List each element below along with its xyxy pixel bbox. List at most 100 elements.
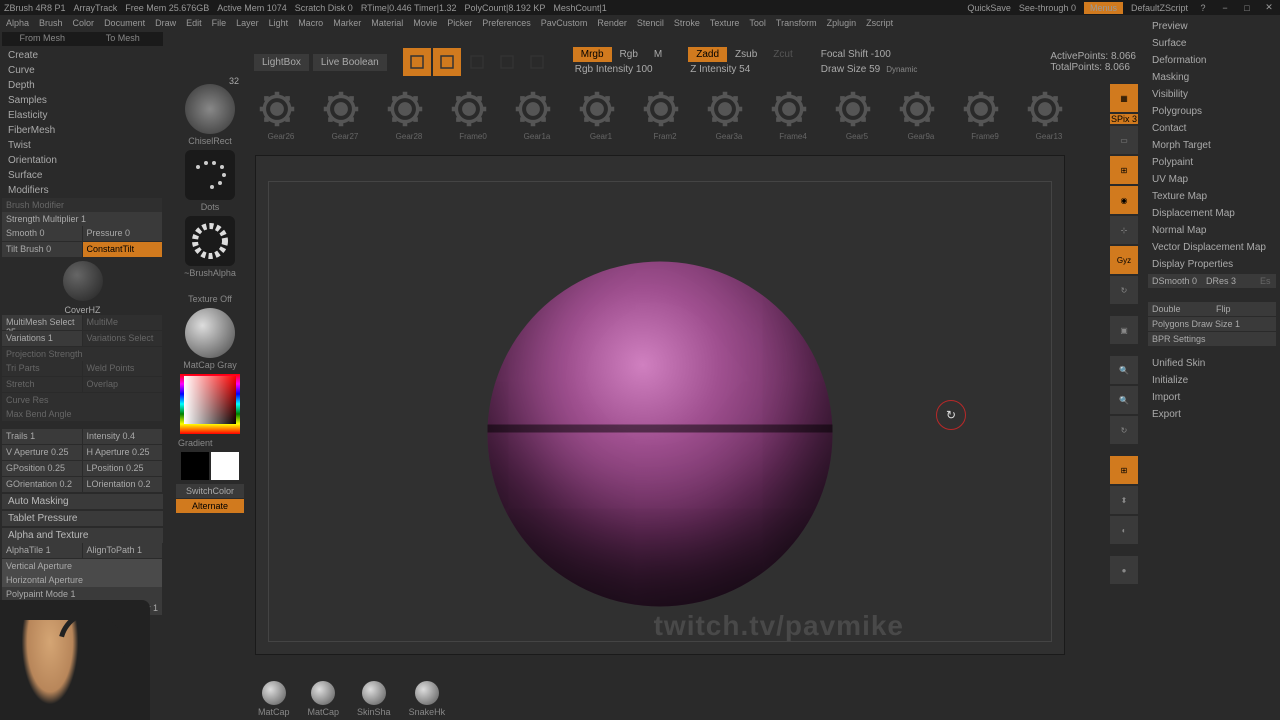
alternate-button[interactable]: Alternate (176, 499, 244, 513)
menu-texture[interactable]: Texture (710, 18, 740, 28)
sphere-mesh[interactable] (488, 262, 833, 607)
zsub-button[interactable]: Zsub (727, 47, 765, 62)
material-matcap[interactable]: MatCap (258, 681, 290, 717)
zcut-button[interactable]: Zcut (765, 47, 800, 62)
brush-chisel-thumb[interactable]: 32 (185, 84, 235, 134)
panel-unified-skin[interactable]: Unified Skin (1146, 355, 1278, 372)
polygons-draw-size[interactable]: Polygons Draw Size 1 (1148, 317, 1276, 331)
m-button[interactable]: M (646, 47, 670, 62)
panel-polygroups[interactable]: Polygroups (1146, 103, 1278, 120)
menu-color[interactable]: Color (73, 18, 95, 28)
mrgb-button[interactable]: Mrgb (573, 47, 612, 62)
menus-button[interactable]: Menus (1084, 2, 1123, 14)
gear-gear1a[interactable]: Gear1a (510, 86, 564, 141)
panel-uv-map[interactable]: UV Map (1146, 171, 1278, 188)
spix-field[interactable]: SPix 3 (1110, 114, 1138, 124)
menu-zscript[interactable]: Zscript (866, 18, 893, 28)
menu-pavcustom[interactable]: PavCustom (541, 18, 588, 28)
scale-mode-button[interactable] (493, 48, 521, 76)
ghost-button[interactable]: ◐ (1110, 516, 1138, 544)
flip-button[interactable]: Flip (1212, 302, 1276, 316)
menu-tool[interactable]: Tool (749, 18, 766, 28)
rgb-button[interactable]: Rgb (612, 47, 646, 62)
panel-contact[interactable]: Contact (1146, 120, 1278, 137)
alpha-texture-header[interactable]: Alpha and Texture (2, 528, 163, 543)
menu-picker[interactable]: Picker (447, 18, 472, 28)
menu-file[interactable]: File (212, 18, 227, 28)
gyz-button[interactable]: Gyz (1110, 246, 1138, 274)
close-icon[interactable]: ✕ (1262, 1, 1276, 15)
stroke-dots-thumb[interactable] (185, 150, 235, 200)
menu-light[interactable]: Light (269, 18, 289, 28)
switch-color-button[interactable]: SwitchColor (176, 484, 244, 498)
draw-size-slider[interactable]: Draw Size 59 (819, 62, 882, 77)
rgb-intensity-slider[interactable]: Rgb Intensity 100 (573, 62, 671, 77)
panel-vector-displacement-map[interactable]: Vector Displacement Map (1146, 239, 1278, 256)
lightbox-button[interactable]: LightBox (254, 54, 309, 71)
panel-display-properties[interactable]: Display Properties (1146, 256, 1278, 273)
move-mode-button[interactable] (463, 48, 491, 76)
dres-field[interactable]: DRes 3 (1202, 274, 1256, 288)
rotate-mode-button[interactable] (523, 48, 551, 76)
help-icon[interactable]: ? (1196, 1, 1210, 15)
left-twist[interactable]: Twist (2, 138, 163, 153)
auto-masking-header[interactable]: Auto Masking (2, 494, 163, 509)
gear-frame4[interactable]: Frame4 (766, 86, 820, 141)
panel-deformation[interactable]: Deformation (1146, 52, 1278, 69)
menu-document[interactable]: Document (104, 18, 145, 28)
gear-gear3a[interactable]: Gear3a (702, 86, 756, 141)
constant-tilt-button[interactable]: ConstantTilt (83, 242, 164, 257)
frame-button[interactable]: ▣ (1110, 316, 1138, 344)
material-snakehk[interactable]: SnakeHk (409, 681, 446, 717)
focal-shift-slider[interactable]: Focal Shift -100 (819, 47, 918, 62)
panel-export[interactable]: Export (1146, 406, 1278, 423)
draw-mode-button[interactable] (433, 48, 461, 76)
left-surface[interactable]: Surface (2, 168, 163, 183)
panel-masking[interactable]: Masking (1146, 69, 1278, 86)
left-depth[interactable]: Depth (2, 78, 163, 93)
menu-transform[interactable]: Transform (776, 18, 817, 28)
menu-render[interactable]: Render (597, 18, 627, 28)
local-button[interactable]: ◉ (1110, 186, 1138, 214)
panel-morph-target[interactable]: Morph Target (1146, 137, 1278, 154)
panel-import[interactable]: Import (1146, 389, 1278, 406)
cover-thumb[interactable] (63, 261, 103, 301)
solo-button[interactable]: ● (1110, 556, 1138, 584)
quicksave-button[interactable]: QuickSave (967, 3, 1011, 13)
edit-mode-button[interactable] (403, 48, 431, 76)
double-button[interactable]: Double (1148, 302, 1212, 316)
menu-layer[interactable]: Layer (236, 18, 259, 28)
multimesh-select[interactable]: MultiMesh Select 25 (2, 315, 83, 330)
menu-preferences[interactable]: Preferences (482, 18, 531, 28)
left-fibermesh[interactable]: FiberMesh (2, 123, 163, 138)
panel-preview[interactable]: Preview (1146, 18, 1278, 35)
brush-alpha-thumb[interactable] (185, 216, 235, 266)
menu-marker[interactable]: Marker (333, 18, 361, 28)
gear-gear26[interactable]: Gear26 (254, 86, 308, 141)
left-elasticity[interactable]: Elasticity (2, 108, 163, 123)
panel-normal-map[interactable]: Normal Map (1146, 222, 1278, 239)
tool-thumb[interactable]: ▦ (1110, 84, 1138, 112)
floor-button[interactable]: ⊞ (1110, 156, 1138, 184)
color-swatch-white[interactable] (211, 452, 239, 480)
menu-alpha[interactable]: Alpha (6, 18, 29, 28)
zadd-button[interactable]: Zadd (688, 47, 727, 62)
sym-button[interactable]: ↻ (1110, 276, 1138, 304)
left-curve[interactable]: Curve (2, 63, 163, 78)
gear-gear13[interactable]: Gear13 (1022, 86, 1076, 141)
variations-field[interactable]: Variations 1 (2, 331, 83, 346)
panel-polypaint[interactable]: Polypaint (1146, 154, 1278, 171)
material-skinsha[interactable]: SkinSha (357, 681, 391, 717)
gear-gear1[interactable]: Gear1 (574, 86, 628, 141)
xyz-button[interactable]: ⊹ (1110, 216, 1138, 244)
zoom-button[interactable]: 🔍 (1110, 356, 1138, 384)
gear-gear9a[interactable]: Gear9a (894, 86, 948, 141)
gear-gear27[interactable]: Gear27 (318, 86, 372, 141)
tilt-brush-field[interactable]: Tilt Brush 0 (2, 242, 83, 257)
bpr-settings[interactable]: BPR Settings (1148, 332, 1276, 346)
smooth-field[interactable]: Smooth 0 (2, 226, 83, 241)
strength-multiplier[interactable]: Strength Multiplier 1 (2, 212, 163, 226)
draw-button[interactable]: ⬍ (1110, 486, 1138, 514)
menu-movie[interactable]: Movie (413, 18, 437, 28)
left-modifiers[interactable]: Modifiers (2, 183, 163, 198)
